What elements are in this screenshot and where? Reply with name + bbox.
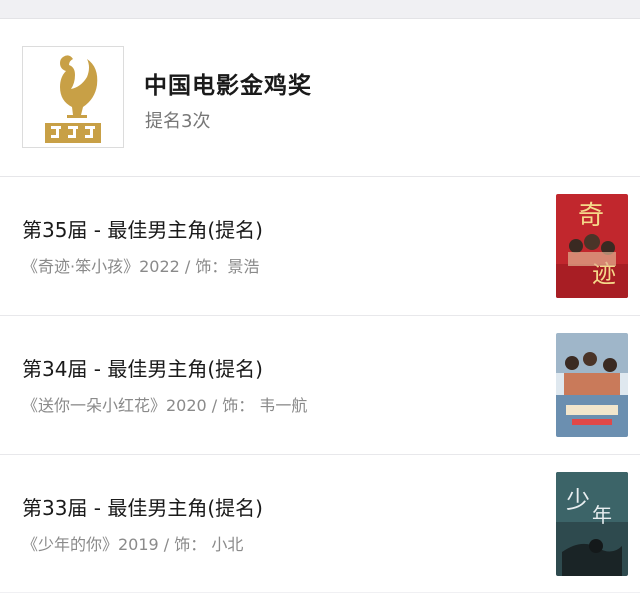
nomination-title: 第33届 - 最佳男主角(提名) — [22, 496, 263, 520]
nomination-row[interactable]: 第34届 - 最佳男主角(提名) 《送你一朵小红花》2020 / 饰： 韦一航 — [0, 316, 640, 455]
award-header[interactable]: 中国电影金鸡奖 提名3次 — [0, 19, 640, 177]
awards-card: 中国电影金鸡奖 提名3次 第35届 - 最佳男主角(提名) 《奇迹·笨小孩》20… — [0, 18, 640, 592]
film-role-info: 《送你一朵小红花》2020 / 饰： 韦一航 — [22, 396, 308, 415]
poster-shaonian-icon[interactable]: 少 年 — [556, 472, 628, 576]
nomination-row[interactable]: 第33届 - 最佳男主角(提名) 《少年的你》2019 / 饰： 小北 少 年 — [0, 455, 640, 593]
film-role-info: 《少年的你》2019 / 饰： 小北 — [22, 535, 244, 554]
poster-qiji-icon[interactable]: 奇 迹 — [556, 194, 628, 298]
svg-text:奇: 奇 — [578, 201, 604, 231]
svg-text:少: 少 — [566, 486, 590, 514]
nomination-row[interactable]: 第35届 - 最佳男主角(提名) 《奇迹·笨小孩》2022 / 饰：景浩 奇 迹 — [0, 177, 640, 316]
nomination-count: 提名3次 — [145, 111, 211, 132]
nomination-title: 第34届 - 最佳男主角(提名) — [22, 357, 263, 381]
award-name: 中国电影金鸡奖 — [144, 73, 312, 99]
film-role-info: 《奇迹·笨小孩》2022 / 饰：景浩 — [22, 257, 260, 276]
poster-xiaohonghua-icon[interactable] — [556, 333, 628, 437]
golden-rooster-logo-icon — [22, 46, 124, 148]
nomination-title: 第35届 - 最佳男主角(提名) — [22, 218, 263, 242]
svg-text:年: 年 — [592, 503, 612, 527]
